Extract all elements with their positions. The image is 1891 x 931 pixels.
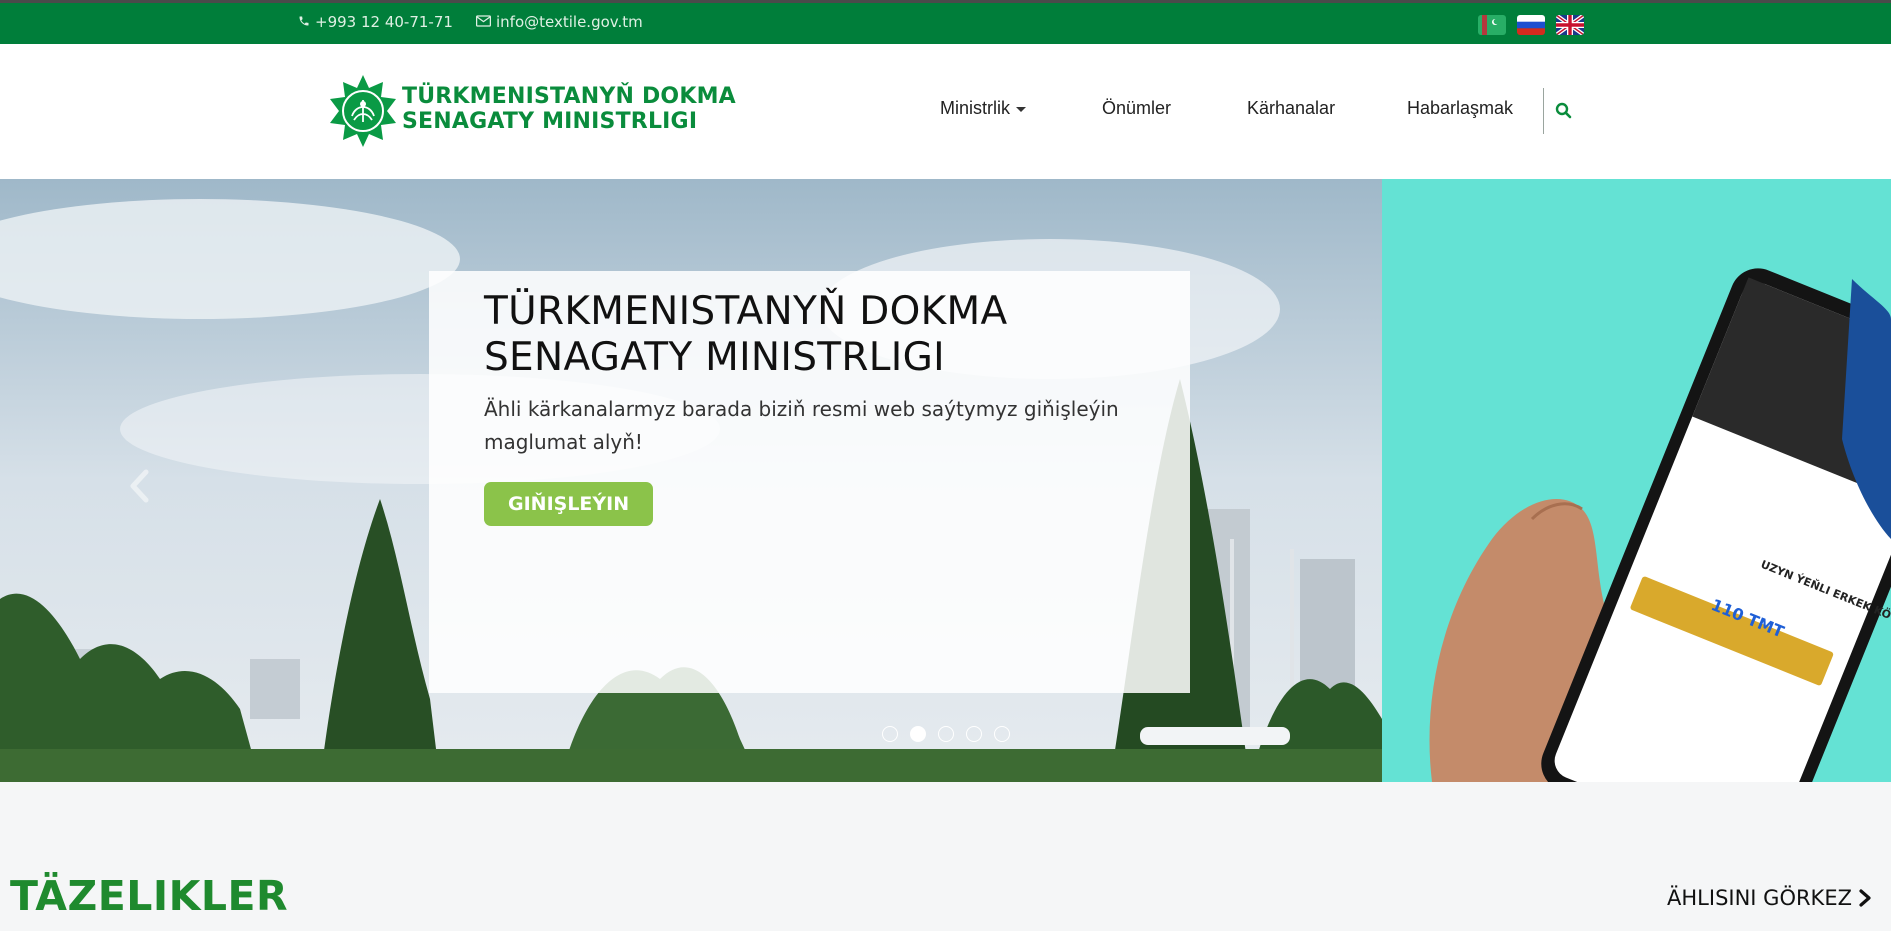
nav-products[interactable]: Önümler <box>1102 98 1171 119</box>
carousel-prev-icon[interactable] <box>128 469 152 503</box>
carousel-dot-2[interactable] <box>910 726 926 742</box>
slide-title-line-2: SENAGATY MINISTRLIGI <box>484 335 945 380</box>
search-icon[interactable] <box>1554 101 1574 121</box>
nav-ministry-dropdown[interactable]: Ministrlik <box>940 98 1026 119</box>
language-switcher <box>1478 15 1584 35</box>
british-flag-icon[interactable] <box>1556 15 1584 35</box>
carousel-dot-1[interactable] <box>882 726 898 742</box>
nav-ministry-label: Ministrlik <box>940 98 1010 118</box>
nav-divider <box>1543 88 1544 134</box>
carousel-dot-5[interactable] <box>994 726 1010 742</box>
envelope-icon <box>476 14 491 30</box>
email-address: info@textile.gov.tm <box>496 13 643 31</box>
see-all-news-link[interactable]: ÄHLISINI GÖRKEZ <box>1667 886 1872 910</box>
slide-subtitle: Ähli kärkanalarmyz barada biziň resmi we… <box>484 397 1119 454</box>
russian-flag-icon[interactable] <box>1517 15 1545 35</box>
hero-carousel: UZYN ÝEŇLI ERKEK KÖÝNEG 110 TMT TÜRKMENI… <box>0 179 1891 782</box>
chevron-right-icon <box>1859 889 1871 907</box>
phone-link[interactable]: +993 12 40-71-71 <box>298 13 453 31</box>
phone-number: +993 12 40-71-71 <box>315 13 453 31</box>
email-link[interactable]: info@textile.gov.tm <box>476 13 643 31</box>
carousel-indicators <box>882 726 1010 742</box>
slide-title: TÜRKMENISTANYŇ DOKMA SENAGATY MINISTRLIG… <box>484 289 1007 381</box>
ministry-emblem-icon[interactable] <box>326 74 400 148</box>
read-more-button[interactable]: GIŇIŞLEÝIN <box>484 482 654 526</box>
carousel-dot-3[interactable] <box>938 726 954 742</box>
logo-line-1: TÜRKMENISTANYŇ DOKMA <box>402 84 736 109</box>
nav-contact[interactable]: Habarlaşmak <box>1407 98 1513 119</box>
main-header: TÜRKMENISTANYŇ DOKMA SENAGATY MINISTRLIG… <box>0 44 1891 179</box>
slide-title-line-1: TÜRKMENISTANYŇ DOKMA <box>484 289 1008 334</box>
logo-line-2: SENAGATY MINISTRLIGI <box>402 109 698 134</box>
caret-down-icon <box>1016 106 1026 112</box>
logo-text[interactable]: TÜRKMENISTANYŇ DOKMA SENAGATY MINISTRLIG… <box>402 84 736 134</box>
turkmen-flag-icon[interactable] <box>1478 15 1506 35</box>
slide-caption: TÜRKMENISTANYŇ DOKMA SENAGATY MINISTRLIG… <box>429 271 1190 693</box>
top-bar: +993 12 40-71-71 info@textile.gov.tm <box>0 0 1891 44</box>
carousel-dot-4[interactable] <box>966 726 982 742</box>
phone-icon <box>298 15 310 30</box>
news-section-title: TÄZELIKLER <box>10 872 289 920</box>
promo-slide-image: UZYN ÝEŇLI ERKEK KÖÝNEG 110 TMT <box>1382 179 1891 782</box>
nav-factories[interactable]: Kärhanalar <box>1247 98 1335 119</box>
see-all-label: ÄHLISINI GÖRKEZ <box>1667 886 1852 910</box>
